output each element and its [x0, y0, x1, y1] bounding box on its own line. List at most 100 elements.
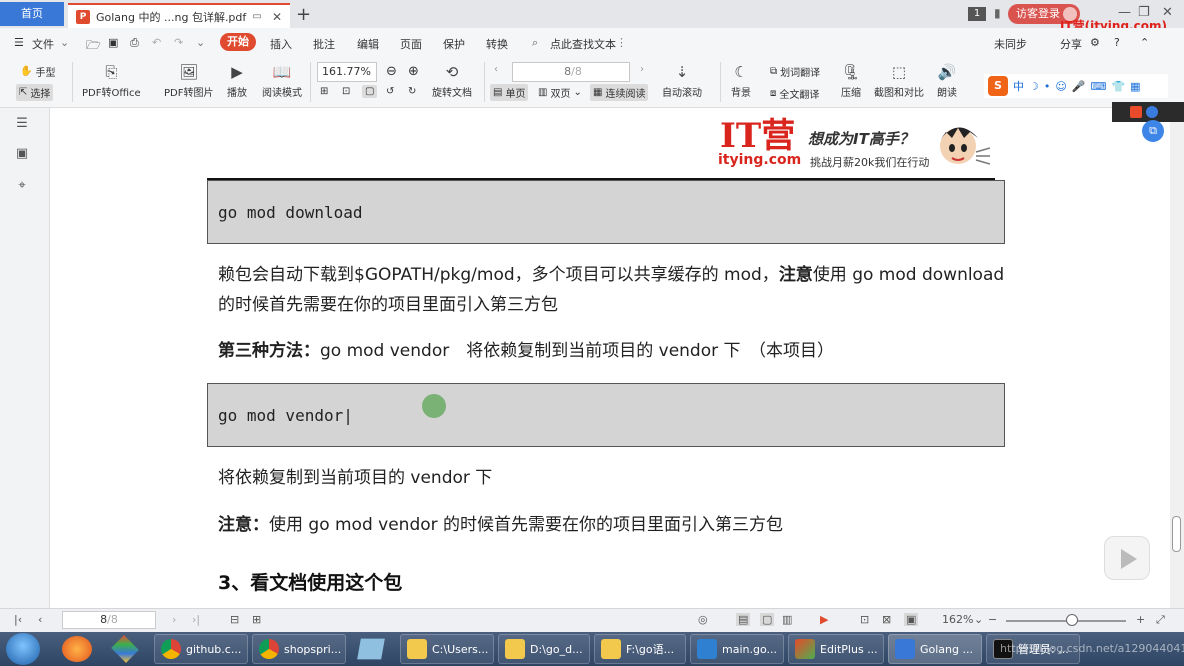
compress-button[interactable]: 🗜 压缩 [840, 62, 862, 99]
continuous-read-button[interactable]: ▦ 连续阅读 [590, 84, 649, 101]
rotate-left-icon[interactable]: ↺ [386, 86, 394, 97]
sogou-mini-icon[interactable] [1130, 106, 1142, 118]
tab-insert[interactable]: 插入 [270, 36, 292, 52]
unsynced-label[interactable]: 未同步 [994, 36, 1027, 52]
sogou-icon[interactable]: S [988, 76, 1008, 96]
play-button[interactable]: ▶ 播放 [226, 62, 248, 99]
zoom-slider-handle[interactable] [1066, 614, 1078, 626]
gear-icon[interactable]: ⚙ [1090, 36, 1100, 49]
fit-width-icon[interactable]: ⊡ [860, 613, 869, 626]
notepad-icon[interactable] [357, 638, 385, 660]
grid-icon[interactable]: ▦ [1130, 80, 1140, 93]
word-translate-button[interactable]: ⧉ 划词翻译 [770, 64, 820, 79]
single-page-view-icon[interactable]: ▤ [736, 613, 751, 626]
read-mode-button[interactable]: 📖 阅读模式 [262, 62, 302, 99]
select-tool[interactable]: ⇱ 选择 [16, 84, 54, 101]
zoom-out-button[interactable]: − [988, 613, 997, 626]
taskbar-item-explorer-f[interactable]: F:\go语... [594, 634, 686, 664]
full-translate-button[interactable]: ⧈ 全文翻译 [770, 86, 819, 101]
page-input[interactable]: 8/8 [512, 62, 630, 82]
skin-shirt-icon[interactable]: 👕 [1111, 80, 1125, 93]
fit-page-icon[interactable]: ⊠ [882, 613, 891, 626]
pdf-to-image-button[interactable]: 🖼 PDF转图片 [164, 62, 213, 99]
first-page-icon[interactable]: |‹ [14, 613, 22, 626]
keyboard-icon[interactable]: ⌨ [1091, 80, 1107, 93]
status-page-input[interactable]: 8/8 [62, 611, 156, 629]
save-icon[interactable]: ▣ [108, 36, 118, 49]
continuous-view-icon[interactable]: ▢ [760, 613, 775, 626]
read-aloud-button[interactable]: 🔊 朗读 [936, 62, 958, 99]
chevron-down-icon[interactable]: ⌄ [60, 36, 69, 49]
previous-view-icon[interactable]: ⊟ [230, 613, 239, 626]
zoom-select[interactable]: 161.77% [317, 62, 377, 82]
ime-language[interactable]: 中 [1013, 78, 1024, 94]
tab-edit[interactable]: 编辑 [357, 36, 379, 52]
thumbnail-icon[interactable]: ▣ [14, 146, 30, 162]
play-icon[interactable]: ▶ [820, 613, 828, 626]
help-mini-icon[interactable] [1146, 106, 1158, 118]
rotate-document-button[interactable]: ⟲ 旋转文档 [432, 62, 472, 99]
firefox-icon[interactable] [62, 636, 92, 662]
skin-icon[interactable]: ▮ [994, 6, 1001, 20]
app-diamond-icon[interactable] [111, 635, 139, 663]
next-page-icon[interactable]: › [172, 613, 176, 626]
share-button[interactable]: 分享 [1060, 36, 1082, 52]
bookmark-icon[interactable]: ⌖ [14, 178, 30, 194]
fullscreen-icon[interactable]: ⤢ [1156, 613, 1165, 627]
search-text[interactable]: 点此查找文本 [550, 36, 616, 52]
help-icon[interactable]: ? [1114, 36, 1120, 49]
prev-page-icon[interactable]: ‹ [494, 64, 498, 75]
actual-size-icon[interactable]: ▢ [362, 85, 378, 98]
taskbar-item-github[interactable]: github.c... [154, 634, 248, 664]
taskbar-item-vscode[interactable]: main.go... [690, 634, 784, 664]
fit-page-icon[interactable]: ⊡ [342, 86, 350, 97]
single-page-button[interactable]: ▤ 单页 [490, 84, 529, 101]
double-view-icon[interactable]: ▥ [782, 613, 792, 626]
start-button[interactable] [6, 633, 40, 665]
status-zoom-chevron-icon[interactable]: ⌄ [974, 613, 983, 626]
tab-annotate[interactable]: 批注 [313, 36, 335, 52]
redo-icon[interactable]: ↷ [174, 36, 183, 49]
print-icon[interactable]: ⎙ [130, 36, 139, 50]
outline-icon[interactable]: ☰ [14, 116, 30, 132]
halfwidth-icon[interactable]: ☽ [1029, 80, 1039, 93]
next-view-icon[interactable]: ⊞ [252, 613, 261, 626]
close-tab-icon[interactable]: ✕ [272, 10, 282, 24]
menu-icon[interactable]: ☰ [14, 36, 24, 49]
dropdown-icon[interactable]: ⌄ [196, 36, 205, 49]
more-icon[interactable]: ⋮ [616, 36, 627, 49]
tab-start[interactable]: 开始 [220, 33, 256, 51]
monitor-icon[interactable]: ▭ [252, 11, 261, 22]
tab-document[interactable]: P Golang 中的 ...ng 包详解.pdf ▭ ✕ [68, 3, 290, 28]
zoom-in-icon[interactable]: ⊕ [408, 64, 419, 79]
taskbar-item-shopspring[interactable]: shopspri... [252, 634, 346, 664]
tab-convert[interactable]: 转换 [486, 36, 508, 52]
tab-page[interactable]: 页面 [400, 36, 422, 52]
taskbar-item-explorer-users[interactable]: C:\Users... [400, 634, 494, 664]
punctuation-icon[interactable]: • [1044, 80, 1051, 93]
float-translate-icon[interactable]: ⧉ [1142, 120, 1164, 142]
menu-file[interactable]: 文件 [32, 36, 54, 52]
background-button[interactable]: ☾ 背景 [730, 62, 752, 99]
tab-protect[interactable]: 保护 [443, 36, 465, 52]
taskbar-item-golang-pdf[interactable]: Golang ... [888, 634, 982, 664]
actual-size-icon[interactable]: ▣ [904, 613, 919, 626]
taskbar-item-editplus[interactable]: EditPlus ... [788, 634, 884, 664]
tab-home[interactable]: 首页 [0, 2, 64, 26]
new-tab-button[interactable]: + [296, 4, 311, 25]
rotate-right-icon[interactable]: ↻ [408, 86, 416, 97]
next-page-icon[interactable]: › [640, 64, 644, 75]
chevron-up-icon[interactable]: ⌃ [1140, 36, 1149, 49]
undo-icon[interactable]: ↶ [152, 36, 161, 49]
eye-protect-icon[interactable]: ◎ [698, 613, 708, 626]
screenshot-compare-button[interactable]: ⬚ 截图和对比 [874, 62, 924, 99]
prev-page-icon[interactable]: ‹ [38, 613, 42, 626]
open-folder-icon[interactable]: 🗁 [86, 36, 101, 57]
taskbar-item-explorer-d[interactable]: D:\go_d... [498, 634, 590, 664]
zoom-out-icon[interactable]: ⊖ [386, 64, 397, 79]
video-play-button[interactable] [1104, 536, 1150, 580]
fit-width-icon[interactable]: ⊞ [320, 86, 328, 97]
vertical-scrollbar[interactable] [1170, 108, 1184, 608]
pdf-to-office-button[interactable]: ⎘ PDF转Office [82, 62, 141, 99]
double-page-button[interactable]: ▥ 双页 ⌄ [538, 85, 582, 100]
